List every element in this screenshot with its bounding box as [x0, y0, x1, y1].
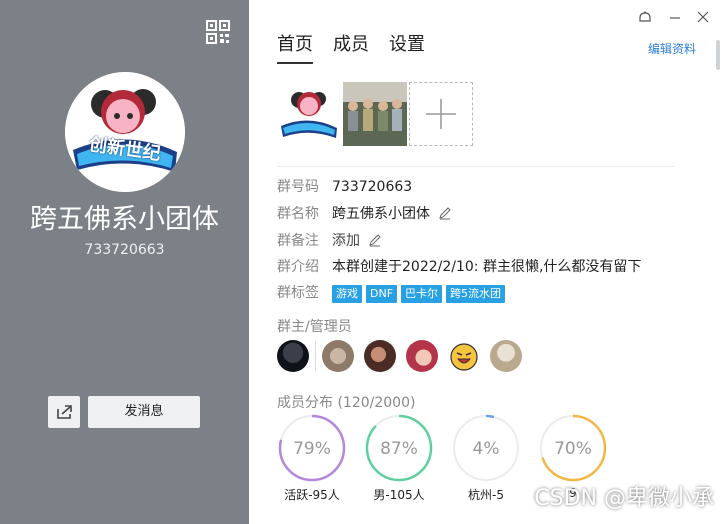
tab-home[interactable]: 首页	[277, 30, 313, 64]
left-panel: 创新世纪 跨五佛系小团体 733720663 发消息	[0, 0, 249, 524]
admin-list	[277, 340, 532, 372]
name-value: 跨五佛系小团体	[332, 206, 430, 222]
info-row-remark: 群备注 添加	[277, 231, 382, 251]
edit-icon[interactable]	[438, 206, 452, 220]
admin-avatar[interactable]	[406, 340, 438, 372]
admins-title: 群主/管理员	[277, 319, 352, 335]
distribution-item[interactable]: 79% 活跃-95人	[277, 414, 347, 503]
info-row-number: 群号码 733720663	[277, 177, 412, 197]
qr-code-icon[interactable]	[206, 20, 230, 44]
info-row-tags: 群标签 游戏 DNF 巴卡尔 跨5流水团	[277, 283, 509, 303]
edit-profile-link[interactable]: 编辑资料	[648, 40, 696, 57]
tag[interactable]: 巴卡尔	[401, 285, 443, 303]
skin-icon[interactable]	[637, 10, 653, 26]
distribution-item[interactable]: 4% 杭州-5	[451, 414, 521, 503]
members-title: 成员分布 (120/2000)	[277, 395, 416, 411]
info-row-name: 群名称 跨五佛系小团体	[277, 204, 452, 224]
close-icon[interactable]	[695, 10, 711, 26]
photo-thumbnail[interactable]	[343, 82, 407, 146]
right-panel: 首页 成员 设置 编辑资料 群号码 733720663 群名称 跨五佛系小团体 …	[249, 0, 724, 524]
distribution-percent: 87%	[380, 439, 418, 459]
intro-label: 群介绍	[277, 259, 319, 275]
name-label: 群名称	[277, 206, 319, 222]
intro-value: 本群创建于2022/2/10: 群主很懒,什么都没有留下	[332, 259, 642, 275]
distribution-ring: 87%	[365, 414, 433, 482]
tag[interactable]: 游戏	[332, 285, 362, 303]
scrollbar[interactable]	[716, 40, 720, 70]
photo-thumbnail[interactable]	[277, 82, 341, 146]
tab-bar: 首页 成员 设置	[277, 30, 445, 64]
tab-settings[interactable]: 设置	[389, 30, 425, 64]
divider	[277, 166, 674, 167]
group-avatar[interactable]: 创新世纪	[65, 72, 185, 192]
add-photo-button[interactable]	[409, 82, 473, 146]
photo-strip	[277, 82, 473, 146]
tag[interactable]: 跨5流水团	[446, 285, 506, 303]
admin-avatar[interactable]	[364, 340, 396, 372]
distribution-ring: 4%	[452, 414, 520, 482]
admin-avatar[interactable]	[277, 340, 309, 372]
tags-label: 群标签	[277, 285, 319, 301]
edit-icon[interactable]	[368, 233, 382, 247]
tag[interactable]: DNF	[366, 285, 398, 303]
tab-members[interactable]: 成员	[333, 30, 369, 64]
distribution-item[interactable]: 87% 男-105人	[364, 414, 434, 503]
distribution-percent: 4%	[473, 439, 500, 459]
share-button[interactable]	[48, 396, 80, 428]
admin-avatar[interactable]	[448, 340, 480, 372]
plus-icon	[426, 99, 456, 129]
distribution-ring: 70%	[539, 414, 607, 482]
group-name: 跨五佛系小团体	[30, 204, 219, 235]
number-label: 群号码	[277, 179, 319, 195]
admin-avatar[interactable]	[490, 340, 522, 372]
distribution-label: 男-105人	[373, 488, 425, 502]
remark-add-link[interactable]: 添加	[332, 233, 360, 249]
tag-list: 游戏 DNF 巴卡尔 跨5流水团	[332, 285, 509, 303]
send-message-button[interactable]: 发消息	[88, 396, 200, 428]
watermark: CSDN @卑微小承	[534, 486, 714, 511]
group-number: 733720663	[84, 242, 165, 258]
distribution-label: 活跃-95人	[284, 488, 340, 502]
minimize-icon[interactable]	[667, 10, 683, 26]
number-value: 733720663	[332, 179, 413, 195]
distribution-ring: 79%	[278, 414, 346, 482]
admin-separator	[315, 341, 316, 371]
remark-label: 群备注	[277, 233, 319, 249]
distribution-percent: 79%	[293, 439, 331, 459]
distribution-label: 杭州-5	[468, 488, 504, 502]
info-row-intro: 群介绍 本群创建于2022/2/10: 群主很懒,什么都没有留下	[277, 257, 641, 277]
distribution-percent: 70%	[554, 439, 592, 459]
share-icon	[57, 405, 72, 419]
admin-avatar[interactable]	[322, 340, 354, 372]
